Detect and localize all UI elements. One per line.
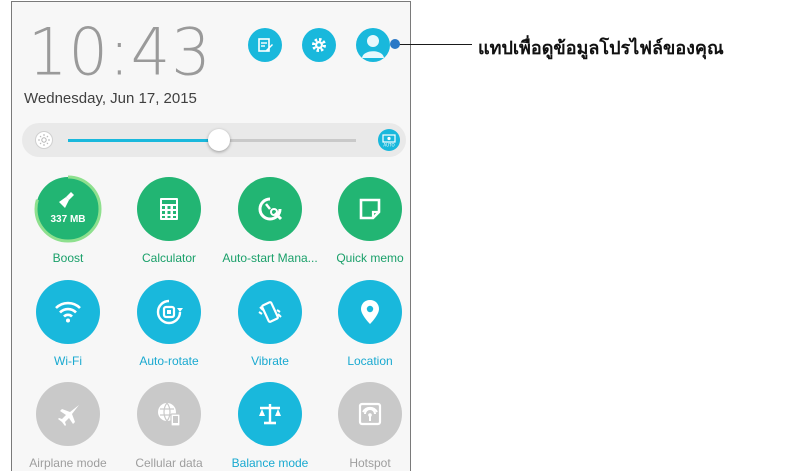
settings-icon bbox=[312, 38, 326, 52]
vibrate-button[interactable] bbox=[238, 280, 302, 344]
autostart-label: Auto-start Mana... bbox=[222, 251, 318, 265]
wifi-label: Wi-Fi bbox=[54, 354, 82, 368]
vibrate-icon bbox=[258, 301, 282, 323]
boost-memory-value: 337 MB bbox=[50, 214, 86, 225]
tile-hotspot[interactable]: Hotspot bbox=[320, 382, 420, 470]
vibrate-label: Vibrate bbox=[251, 354, 289, 368]
callout-marker bbox=[390, 39, 400, 49]
tile-boost[interactable]: 337 MB Boost bbox=[18, 175, 118, 265]
tile-autostart[interactable]: Auto-start Mana... bbox=[220, 177, 320, 265]
auto-brightness-icon: AUTO bbox=[382, 134, 396, 148]
wifi-icon bbox=[55, 301, 81, 323]
memo-icon bbox=[359, 198, 381, 220]
tile-vibrate[interactable]: Vibrate bbox=[220, 280, 320, 368]
brightness-track-filled bbox=[68, 139, 220, 142]
wifi-button[interactable] bbox=[36, 280, 100, 344]
auto-brightness-button[interactable]: AUTO bbox=[378, 129, 400, 151]
airplane-mode-button[interactable] bbox=[36, 382, 100, 446]
brightness-icon bbox=[35, 131, 53, 149]
cellular-icon bbox=[158, 402, 181, 427]
edit-icon bbox=[258, 38, 273, 52]
callout-line bbox=[396, 44, 472, 45]
tile-wifi[interactable]: Wi-Fi bbox=[18, 280, 118, 368]
tile-quick-memo[interactable]: Quick memo bbox=[320, 177, 420, 265]
tile-location[interactable]: Location bbox=[320, 280, 420, 368]
boost-label: Boost bbox=[52, 251, 84, 265]
cellular-data-button[interactable] bbox=[137, 382, 201, 446]
location-icon bbox=[361, 300, 379, 324]
auto-rotate-label: Auto-rotate bbox=[139, 354, 199, 368]
profile-icon bbox=[362, 35, 384, 58]
hotspot-button[interactable] bbox=[338, 382, 402, 446]
tile-auto-rotate[interactable]: Auto-rotate bbox=[119, 280, 219, 368]
profile-callout: แทปเพื่อดูข้อมูลโปรไฟล์ของคุณ bbox=[478, 38, 724, 59]
auto-rotate-button[interactable] bbox=[137, 280, 201, 344]
quick-settings-panel: 10:43 Wednesday, Jun 17, 2015 AUTO 337 M… bbox=[11, 1, 411, 471]
rotate-icon bbox=[156, 299, 183, 325]
brightness-track bbox=[220, 139, 356, 142]
boost-button[interactable]: 337 MB bbox=[34, 175, 102, 243]
balance-icon bbox=[259, 404, 281, 425]
boost-progress-ring bbox=[34, 175, 102, 243]
brightness-slider[interactable]: AUTO bbox=[22, 123, 406, 157]
quick-memo-label: Quick memo bbox=[336, 251, 404, 265]
location-label: Location bbox=[347, 354, 393, 368]
settings-button[interactable] bbox=[302, 28, 336, 62]
brightness-thumb[interactable] bbox=[208, 129, 230, 151]
calculator-label: Calculator bbox=[141, 251, 197, 265]
location-button[interactable] bbox=[338, 280, 402, 344]
profile-button[interactable] bbox=[356, 28, 390, 62]
airplane-icon bbox=[58, 405, 79, 426]
autostart-icon bbox=[258, 197, 283, 221]
edit-button[interactable] bbox=[248, 28, 282, 62]
tile-airplane-mode[interactable]: Airplane mode bbox=[18, 382, 118, 470]
tile-calculator[interactable]: Calculator bbox=[119, 177, 219, 265]
hotspot-icon bbox=[358, 402, 382, 426]
tile-balance-mode[interactable]: Balance mode bbox=[220, 382, 320, 470]
autostart-button[interactable] bbox=[238, 177, 302, 241]
quick-memo-button[interactable] bbox=[338, 177, 402, 241]
balance-mode-button[interactable] bbox=[238, 382, 302, 446]
calculator-icon bbox=[160, 198, 178, 220]
clock-time: 10:43 bbox=[28, 13, 212, 91]
auto-label: AUTO bbox=[383, 143, 394, 148]
calculator-button[interactable] bbox=[137, 177, 201, 241]
date-label: Wednesday, Jun 17, 2015 bbox=[24, 90, 197, 107]
tile-cellular-data[interactable]: Cellular data bbox=[119, 382, 219, 470]
